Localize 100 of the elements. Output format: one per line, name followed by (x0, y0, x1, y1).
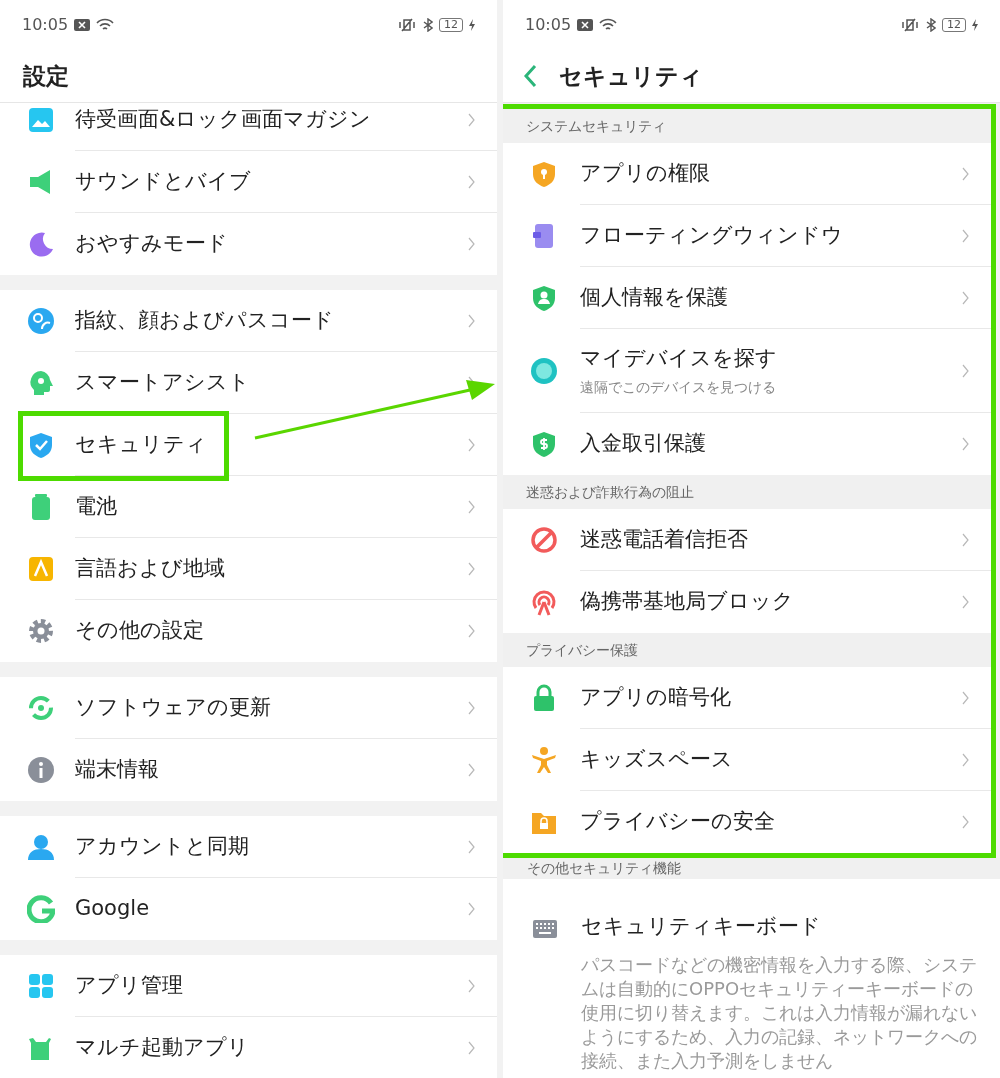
settings-item[interactable]: マルチ起動アプリ (0, 1017, 497, 1078)
item-label: アプリの権限 (580, 159, 710, 187)
chevron-icon (468, 562, 475, 576)
vibrate-icon (397, 18, 417, 32)
ring-icon (27, 895, 55, 923)
chevron-icon (468, 979, 475, 993)
settings-item[interactable]: Google (0, 878, 497, 940)
item-label: その他の設定 (75, 617, 204, 645)
item-label: キッズスペース (580, 745, 733, 773)
item-label: 個人情報を保護 (580, 283, 728, 311)
fingerprint-icon (27, 307, 55, 335)
chevron-icon (468, 438, 475, 452)
item-label: アカウントと同期 (75, 832, 249, 860)
notification-icon (74, 19, 91, 31)
settings-item[interactable]: 入金取引保護 (503, 413, 991, 475)
wifi-icon (599, 18, 618, 32)
settings-item[interactable]: おやすみモード (0, 213, 497, 275)
language-icon (27, 555, 55, 583)
notification-icon (577, 19, 594, 31)
settings-item[interactable]: 端末情報 (0, 739, 497, 801)
item-label: アプリの暗号化 (580, 683, 731, 711)
item-label: 待受画面&ロック画面マガジン (75, 105, 372, 133)
settings-item[interactable]: プライバシーの安全 (503, 791, 991, 853)
settings-item[interactable]: セキュリティ (0, 414, 497, 476)
shield-coin-icon (530, 430, 558, 458)
clock-time: 10:05 (525, 14, 572, 36)
battery-indicator: 12 (942, 18, 966, 32)
child-figure-icon (530, 746, 558, 774)
item-label: マルチ起動アプリ (75, 1034, 249, 1062)
settings-item[interactable]: ソフトウェアの更新 (0, 677, 497, 739)
item-label: スマートアシスト (75, 368, 250, 396)
item-label: 指紋、顔およびパスコード (75, 306, 334, 334)
wifi-icon (96, 18, 115, 32)
info-icon (27, 756, 55, 784)
settings-item[interactable]: 電池 (0, 476, 497, 538)
prohibited-icon (530, 526, 558, 554)
settings-item[interactable]: その他の設定 (0, 600, 497, 662)
bluetooth-icon (926, 18, 936, 32)
settings-item[interactable]: アカウントと同期 (0, 816, 497, 878)
gear-icon (27, 617, 55, 645)
chevron-icon (468, 500, 475, 514)
item-label: マイデバイスを探す (580, 345, 777, 373)
item-label: ソフトウェアの更新 (75, 693, 271, 721)
item-subtitle: 遠隔でこのデバイスを見つける (580, 377, 776, 397)
chevron-icon (962, 595, 969, 609)
item-label: Google (75, 895, 150, 923)
chevron-icon (962, 533, 969, 547)
settings-item[interactable]: アプリの暗号化 (503, 667, 991, 729)
item-label: 偽携帯基地局ブロック (580, 588, 794, 616)
chevron-icon (962, 229, 969, 243)
chevron-icon (468, 840, 475, 854)
page-title: 設定 (23, 61, 69, 91)
item-label: 端末情報 (75, 756, 159, 784)
settings-item[interactable]: 言語および地域 (0, 538, 497, 600)
settings-item[interactable]: 待受画面&ロック画面マガジン (0, 103, 497, 151)
chevron-icon (468, 902, 475, 916)
chevron-icon (468, 113, 475, 127)
chevron-icon (468, 175, 475, 189)
battery-indicator: 12 (439, 18, 463, 32)
settings-item[interactable]: 迷惑電話着信拒否 (503, 509, 991, 571)
refresh-icon (27, 694, 55, 722)
item-label: 迷惑電話着信拒否 (580, 525, 748, 553)
person-icon (27, 833, 55, 861)
chevron-icon (468, 624, 475, 638)
chevron-icon (962, 437, 969, 451)
chevron-icon (962, 364, 969, 378)
chevron-icon (962, 691, 969, 705)
settings-item[interactable]: フローティングウィンドウ (503, 205, 991, 267)
clock-time: 10:05 (22, 14, 69, 36)
bluetooth-icon (423, 18, 433, 32)
settings-item[interactable]: アプリ管理 (0, 955, 497, 1017)
page-title: セキュリティ (559, 61, 703, 91)
item-label: アプリ管理 (75, 971, 183, 999)
item-label: 電池 (75, 492, 117, 520)
chevron-icon (962, 291, 969, 305)
item-label: サウンドとバイブ (75, 167, 251, 195)
antenna-icon (530, 588, 558, 616)
item-description: パスコードなどの機密情報を入力する際、システムは自動的にOPPOセキュリティーキーボードの使用に切り替えます。これは入力情報が漏れないようにするため、入力の記録、ネットワークへの接続、また入力予測をしません (581, 952, 978, 1073)
settings-item[interactable]: 偽携帯基地局ブロック (503, 571, 991, 633)
settings-item[interactable]: 指紋、顔およびパスコード (0, 290, 497, 352)
chevron-icon (468, 314, 475, 328)
settings-item[interactable]: キッズスペース (503, 729, 991, 791)
settings-item[interactable]: アプリの権限 (503, 143, 991, 205)
item-label: 言語および地域 (75, 554, 225, 582)
back-icon[interactable] (523, 64, 537, 88)
shield-check-icon (27, 431, 55, 459)
charging-icon (972, 19, 978, 31)
shield-person-icon (530, 284, 558, 312)
head-icon (27, 369, 55, 397)
chevron-icon (962, 753, 969, 767)
item-label: 入金取引保護 (580, 430, 706, 458)
item-label: セキュリティ (75, 430, 207, 458)
settings-item[interactable]: セキュリティキーボード パスコードなどの機密情報を入力する際、システムは自動的にOPPOセキュリティーキーボードの使用に切り替えます。これは入力情報が漏れないようにするため、入力の記録、ネットワークへの接続、また入力予測をしません (503, 879, 1000, 1078)
settings-item[interactable]: 個人情報を保護 (503, 267, 991, 329)
item-label: おやすみモード (75, 230, 228, 258)
settings-item[interactable]: マイデバイスを探す 遠隔でこのデバイスを見つける (503, 329, 991, 413)
grid-icon (27, 972, 55, 1000)
chevron-icon (468, 237, 475, 251)
vibrate-icon (900, 18, 920, 32)
settings-item[interactable]: サウンドとバイブ (0, 151, 497, 213)
